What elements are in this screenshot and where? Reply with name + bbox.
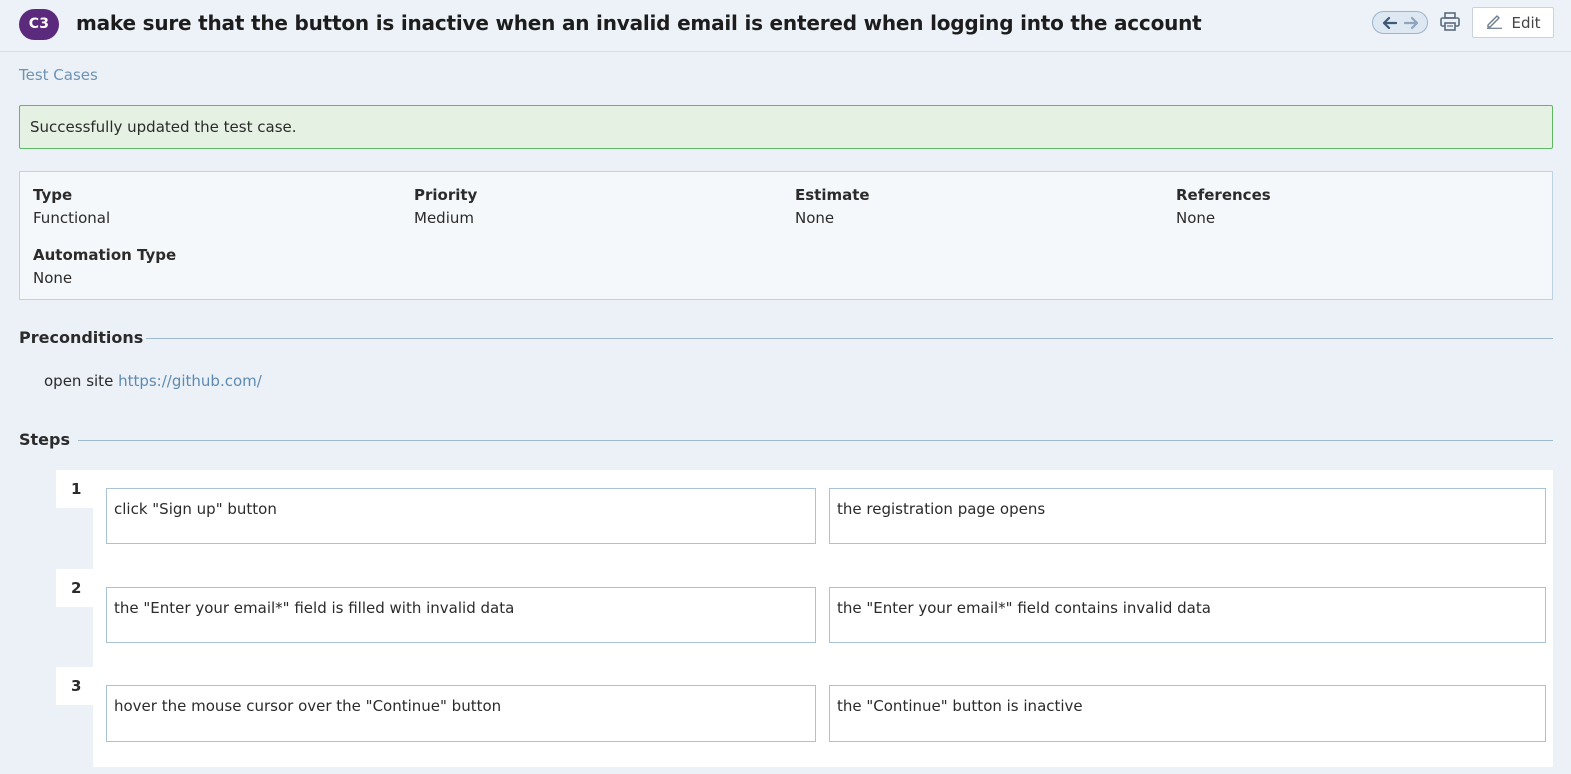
preconditions-text: open site https://github.com/ xyxy=(44,372,262,390)
arrow-right-icon[interactable] xyxy=(1403,16,1420,30)
type-label: Type xyxy=(33,186,73,204)
step-number: 1 xyxy=(56,470,94,508)
preconditions-heading: Preconditions xyxy=(19,328,144,347)
references-field: References None xyxy=(1176,186,1271,227)
case-navigation xyxy=(1372,11,1428,34)
references-value: None xyxy=(1176,209,1216,227)
edit-button[interactable]: Edit xyxy=(1472,7,1554,38)
case-id-badge: C3 xyxy=(19,9,59,40)
references-label: References xyxy=(1176,186,1271,204)
step-expected-result: the "Continue" button is inactive xyxy=(829,685,1546,742)
type-field: Type Functional xyxy=(33,186,110,227)
priority-label: Priority xyxy=(414,186,478,204)
automation-type-field: Automation Type None xyxy=(33,246,176,287)
case-info-panel: Type Functional Priority Medium Estimate… xyxy=(19,171,1553,300)
success-alert: Successfully updated the test case. xyxy=(19,105,1553,149)
step-number: 3 xyxy=(56,667,94,705)
step-action: hover the mouse cursor over the "Continu… xyxy=(106,685,816,742)
estimate-value: None xyxy=(795,209,835,227)
arrow-left-icon[interactable] xyxy=(1381,16,1397,30)
preconditions-divider xyxy=(146,338,1553,339)
priority-value: Medium xyxy=(414,209,474,227)
page-title: make sure that the button is inactive wh… xyxy=(76,11,1202,35)
automation-type-value: None xyxy=(33,269,73,287)
breadcrumb-test-cases[interactable]: Test Cases xyxy=(19,66,98,84)
priority-field: Priority Medium xyxy=(414,186,477,227)
page-header: C3 make sure that the button is inactive… xyxy=(0,0,1571,52)
steps-heading: Steps xyxy=(19,430,70,449)
automation-type-label: Automation Type xyxy=(33,246,177,264)
step-action: the "Enter your email*" field is filled … xyxy=(106,587,816,643)
step-number: 2 xyxy=(56,569,94,607)
step-expected-result: the "Enter your email*" field contains i… xyxy=(829,587,1546,643)
preconditions-label: open site xyxy=(44,372,114,390)
estimate-label: Estimate xyxy=(795,186,870,204)
edit-button-label: Edit xyxy=(1511,13,1541,32)
steps-divider xyxy=(78,440,1553,441)
print-icon[interactable] xyxy=(1439,11,1461,33)
step-expected-result: the registration page opens xyxy=(829,488,1546,544)
estimate-field: Estimate None xyxy=(795,186,870,227)
type-value: Functional xyxy=(33,209,111,227)
pencil-icon xyxy=(1485,13,1503,33)
step-action: click "Sign up" button xyxy=(106,488,816,544)
preconditions-link[interactable]: https://github.com/ xyxy=(118,372,262,390)
